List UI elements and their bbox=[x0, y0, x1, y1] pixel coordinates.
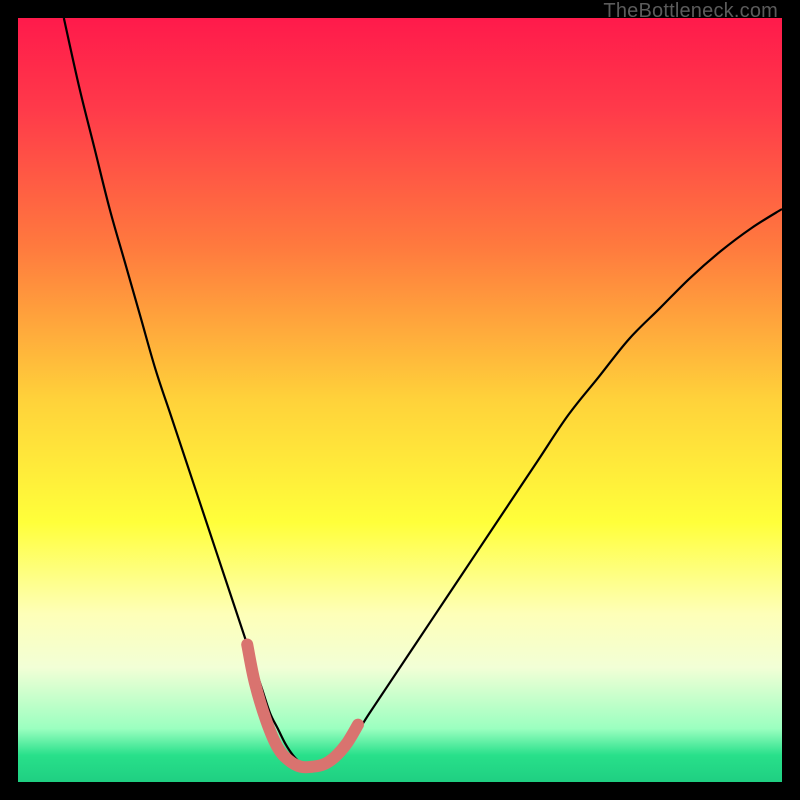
chart-frame bbox=[18, 18, 782, 782]
watermark-text: TheBottleneck.com bbox=[603, 0, 778, 23]
bottleneck-chart bbox=[18, 18, 782, 782]
